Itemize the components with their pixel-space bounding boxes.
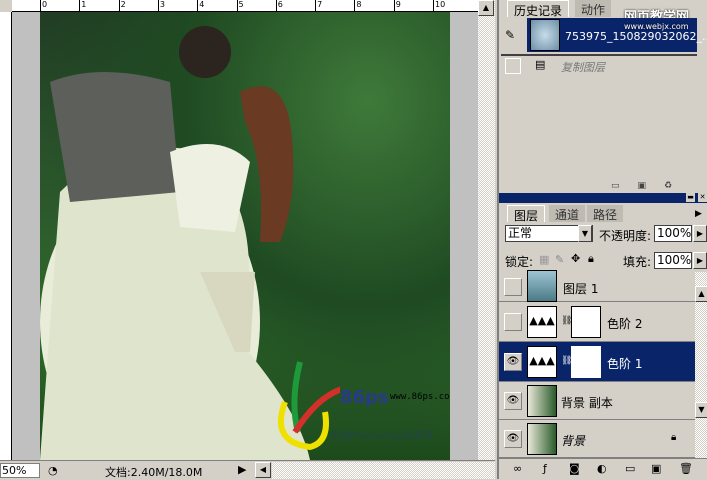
status-menu-icon[interactable]: ◔ [48, 464, 58, 477]
lock-label: 锁定: [505, 255, 534, 269]
document-image[interactable]: 86ps www.86ps.com 中国Photoshop资源网 [40, 12, 450, 460]
blend-mode-select[interactable]: 正常 ▼ [505, 225, 593, 242]
tab-actions[interactable]: 动作 [575, 0, 612, 17]
lock-all-icon[interactable]: 🔒︎ [588, 252, 594, 266]
adjustment-layer-icon[interactable]: ◐ [597, 462, 607, 475]
layer-name: 色阶 2 [607, 317, 643, 331]
new-group-icon[interactable]: ▭ [625, 462, 635, 475]
panel-menu-icon[interactable]: ▶ [695, 209, 702, 219]
tab-channels[interactable]: 通道 [549, 205, 586, 222]
layer-row[interactable]: ▲▲▲ ⛓ 色阶 2 [499, 302, 695, 342]
layers-toolbar: ∞ ƒ ◙ ◐ ▭ ▣ 🗑︎ [499, 458, 707, 479]
panels-dock: 历史记录 动作 网页教学网 www.webjx.com 753975_15082… [497, 0, 707, 479]
scroll-up-button[interactable]: ▲ [695, 286, 707, 302]
lock-transparency-icon[interactable]: ▦ [539, 253, 549, 266]
ruler-tick: 10 [433, 0, 445, 11]
fill-slider-button[interactable]: ▶ [693, 252, 707, 269]
ruler-tick: 8 [354, 0, 361, 11]
horizontal-scrollbar[interactable] [272, 462, 495, 479]
opacity-slider-button[interactable]: ▶ [693, 225, 707, 242]
ruler-tick: 1 [79, 0, 86, 11]
vertical-ruler [0, 12, 12, 460]
chevron-down-icon[interactable]: ▼ [578, 225, 592, 242]
layer-thumbnail [527, 270, 557, 302]
scroll-down-button[interactable]: ▼ [695, 402, 707, 418]
logo-text: 86ps [340, 387, 389, 408]
fill-label: 填充: [623, 255, 652, 269]
tab-paths[interactable]: 路径 [587, 205, 624, 222]
ruler-tick: 7 [315, 0, 322, 11]
snapshot-thumbnail [530, 19, 560, 51]
layer-row-selected[interactable]: 👁︎ ▲▲▲ ⛓ 色阶 1 [499, 342, 695, 382]
opacity-label: 不透明度: [599, 229, 652, 243]
layer-row[interactable]: 👁︎ 背景 🔒︎ [499, 420, 695, 458]
layer-name: 色阶 1 [607, 357, 643, 371]
new-snapshot-icon: ▣ [637, 181, 647, 191]
layer-row[interactable]: 图层 1 [499, 270, 695, 302]
visibility-toggle[interactable] [504, 313, 522, 331]
layer-name: 图层 1 [563, 282, 599, 296]
tab-history[interactable]: 历史记录 [507, 0, 570, 18]
layers-list: 图层 1 ▲▲▲ ⛓ 色阶 2 👁︎ ▲▲▲ ⛓ 色阶 1 👁︎ 背景 副本 👁… [499, 270, 695, 458]
new-layer-icon[interactable]: ▣ [651, 462, 661, 475]
minimize-icon[interactable]: ▬ [686, 193, 695, 202]
close-icon[interactable]: ✕ [698, 193, 707, 202]
history-item[interactable]: 复制图层 [561, 59, 605, 75]
horizontal-ruler: 0 1 2 3 4 5 6 7 8 9 10 [12, 0, 478, 12]
blend-mode-value: 正常 [508, 226, 533, 240]
zoom-level-field[interactable]: 50% [0, 463, 40, 478]
eye-icon[interactable]: 👁︎ [504, 353, 522, 371]
vertical-scrollbar[interactable]: ▲ [478, 0, 495, 460]
levels-histogram-icon: ▲▲▲ [527, 346, 557, 378]
layer-mask-thumbnail [571, 306, 601, 338]
layer-name: 背景 副本 [561, 396, 613, 410]
link-layers-icon[interactable]: ∞ [513, 462, 522, 475]
86ps-watermark: 86ps www.86ps.com 中国Photoshop资源网 [270, 352, 450, 452]
status-bar: 50% ◔ 文档:2.40M/18.0M ▶ ◀ [0, 460, 495, 479]
delete-history-icon: ♻ [664, 181, 673, 191]
history-step-icon: ▤ [535, 58, 546, 71]
new-document-icon: ▭ [611, 181, 620, 191]
layer-thumbnail [527, 423, 557, 455]
history-brush-source-box[interactable] [505, 58, 521, 74]
layer-mask-thumbnail [571, 346, 601, 378]
layers-scrollbar[interactable]: ▲ ▼ [695, 272, 707, 458]
ruler-tick: 2 [118, 0, 126, 11]
ruler-tick: 0 [40, 0, 47, 11]
lock-move-icon[interactable]: ✥ [571, 252, 580, 265]
ruler-tick: 3 [157, 0, 165, 11]
watermark-tagline: 中国Photoshop资源网 [330, 431, 433, 442]
layers-titlebar: ▬ ✕ [499, 193, 707, 203]
levels-histogram-icon: ▲▲▲ [527, 306, 557, 338]
ruler-tick: 5 [236, 0, 244, 11]
add-mask-icon[interactable]: ◙ [569, 462, 580, 475]
layer-row[interactable]: 👁︎ 背景 副本 [499, 382, 695, 420]
fill-input[interactable]: 100% [654, 252, 692, 269]
snapshot-name: 753975_150829032062_... [565, 30, 707, 43]
history-brush-icon[interactable]: ✎ [505, 28, 515, 42]
scroll-left-button[interactable]: ◀ [255, 462, 271, 478]
status-menu-arrow-icon[interactable]: ▶ [238, 463, 246, 476]
layer-name: 背景 [561, 434, 586, 448]
ruler-tick: 6 [275, 0, 283, 11]
ruler-tick: 9 [393, 0, 401, 11]
history-toolbar: ▭ ▣ ♻ [501, 181, 697, 191]
lock-brush-icon[interactable]: ✎ [555, 253, 564, 266]
tab-layers[interactable]: 图层 [507, 205, 546, 223]
site-watermark-url: www.webjx.com [624, 22, 689, 31]
scroll-up-button[interactable]: ▲ [478, 0, 494, 16]
eye-icon[interactable]: 👁︎ [504, 392, 522, 410]
layer-thumbnail [527, 385, 557, 417]
ruler-tick: 4 [197, 0, 204, 11]
delete-layer-icon[interactable]: 🗑︎ [679, 462, 693, 475]
lock-icon: 🔒︎ [671, 432, 677, 443]
document-size-info: 文档:2.40M/18.0M [105, 466, 203, 479]
visibility-toggle[interactable] [504, 278, 522, 296]
watermark-url: www.86ps.com [390, 392, 450, 402]
opacity-input[interactable]: 100% [654, 225, 692, 242]
layer-style-icon[interactable]: ƒ [543, 462, 547, 475]
eye-icon[interactable]: 👁︎ [504, 430, 522, 448]
